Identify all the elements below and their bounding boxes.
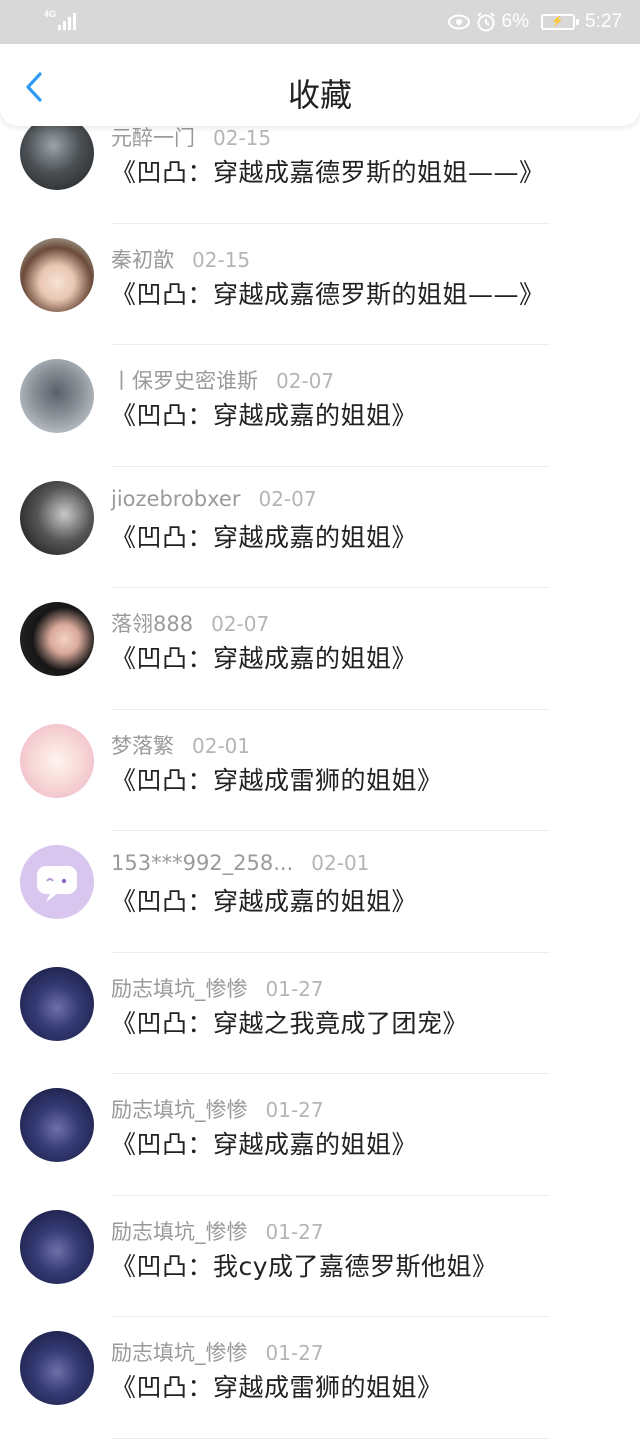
battery-charging-icon: ⚡ — [541, 14, 580, 30]
date: 02-15 — [213, 126, 272, 150]
avatar[interactable] — [20, 480, 94, 555]
date: 02-07 — [211, 612, 270, 636]
avatar[interactable] — [20, 1209, 94, 1284]
date: 02-07 — [276, 369, 335, 393]
book-title[interactable]: 《凹凸：穿越之我竟成了团宠》 — [111, 1004, 468, 1040]
username[interactable]: 励志填坑_惨惨 — [111, 1341, 248, 1365]
book-title[interactable]: 《凹凸：穿越成嘉的姐姐》 — [111, 396, 417, 432]
book-title[interactable]: 《凹凸：我cy成了嘉德罗斯他姐》 — [111, 1247, 498, 1283]
username[interactable]: 秦初歆 — [111, 248, 174, 272]
list-item[interactable]: 励志填坑_惨惨 01-27 《凹凸：穿越成嘉的姐姐》 — [0, 1074, 640, 1196]
username[interactable]: 励志填坑_惨惨 — [111, 977, 248, 1001]
book-title[interactable]: 《凹凸：穿越成雷狮的姐姐》 — [111, 761, 443, 797]
nav-bar: 收藏 — [0, 44, 640, 126]
username[interactable]: 丨保罗史密谁斯 — [111, 369, 258, 393]
date: 02-15 — [192, 247, 251, 272]
date: 02-07 — [258, 486, 317, 511]
avatar[interactable] — [20, 723, 94, 798]
date: 01-27 — [265, 976, 324, 1001]
user-line: 励志填坑_惨惨 01-27 — [111, 1337, 324, 1367]
book-title[interactable]: 《凹凸：穿越成嘉德罗斯的姐姐——》 — [111, 275, 545, 311]
date: 01-27 — [265, 1098, 324, 1122]
list-item[interactable]: 落翎888 02-07 《凹凸：穿越成嘉的姐姐》 — [0, 588, 640, 710]
list-item[interactable]: 励志填坑_惨惨 01-27 《凹凸：穿越之我竟成了团宠》 — [0, 953, 640, 1074]
username[interactable]: 励志填坑_惨惨 — [111, 1220, 248, 1244]
user-line: 153***992_258... 02-01 — [111, 851, 369, 875]
username[interactable]: jiozebrobxer — [111, 487, 240, 511]
user-line: 励志填坑_惨惨 01-27 — [111, 1094, 324, 1124]
chat-bubble-icon — [37, 866, 77, 902]
avatar[interactable] — [20, 966, 94, 1041]
book-title[interactable]: 《凹凸：穿越成雷狮的姐姐》 — [111, 1368, 443, 1404]
list-item[interactable]: 丨保罗史密谁斯 02-07 《凹凸：穿越成嘉的姐姐》 — [0, 345, 640, 467]
list-item[interactable]: jiozebrobxer 02-07 《凹凸：穿越成嘉的姐姐》 — [0, 467, 640, 588]
avatar[interactable] — [20, 237, 94, 312]
book-title[interactable]: 《凹凸：穿越成嘉的姐姐》 — [111, 1125, 417, 1161]
list-item[interactable]: 励志填坑_惨惨 01-27 《凹凸：穿越成雷狮的姐姐》 — [0, 1317, 640, 1439]
list-item[interactable]: 励志填坑_惨惨 01-27 《凹凸：我cy成了嘉德罗斯他姐》 — [0, 1196, 640, 1317]
signal-icon — [58, 13, 76, 30]
list-item[interactable]: 梦落繁 02-01 《凹凸：穿越成雷狮的姐姐》 — [0, 710, 640, 831]
username[interactable]: 元醉一门 — [111, 126, 195, 150]
user-line: jiozebrobxer 02-07 — [111, 487, 317, 511]
avatar[interactable] — [20, 1088, 94, 1162]
username[interactable]: 153***992_258... — [111, 851, 293, 875]
book-title[interactable]: 《凹凸：穿越成嘉的姐姐》 — [111, 518, 417, 554]
date: 01-27 — [265, 1219, 324, 1244]
eye-icon — [447, 14, 470, 30]
avatar[interactable] — [20, 1331, 94, 1405]
book-title[interactable]: 《凹凸：穿越成嘉德罗斯的姐姐——》 — [111, 153, 545, 189]
clock-time: 5:27 — [585, 11, 622, 32]
username[interactable]: 梦落繁 — [111, 734, 174, 758]
alarm-icon — [476, 12, 495, 32]
date: 02-01 — [311, 851, 370, 875]
user-line: 励志填坑_惨惨 01-27 — [111, 1216, 324, 1246]
user-line: 励志填坑_惨惨 01-27 — [111, 973, 324, 1003]
book-title[interactable]: 《凹凸：穿越成嘉的姐姐》 — [111, 882, 417, 918]
divider — [111, 1437, 550, 1439]
user-line: 秦初歆 02-15 — [111, 244, 250, 274]
list-item[interactable]: 秦初歆 02-15 《凹凸：穿越成嘉德罗斯的姐姐——》 — [0, 224, 640, 345]
list-item[interactable]: 153***992_258... 02-01 《凹凸：穿越成嘉的姐姐》 — [0, 831, 640, 953]
avatar[interactable] — [20, 602, 94, 676]
avatar[interactable] — [20, 845, 94, 919]
battery-percent: 6% — [501, 11, 530, 32]
date: 01-27 — [265, 1341, 324, 1365]
favorites-list: 元醉一门 02-15 《凹凸：穿越成嘉德罗斯的姐姐——》 秦初歆 02-15 《凹凸：穿越… — [0, 102, 640, 1439]
date: 02-01 — [192, 733, 251, 758]
status-bar: 4G 6% ⚡ 5:27 — [0, 0, 640, 44]
username[interactable]: 落翎888 — [111, 612, 193, 636]
username[interactable]: 励志填坑_惨惨 — [111, 1098, 248, 1122]
user-line: 元醉一门 02-15 — [111, 122, 271, 152]
book-title[interactable]: 《凹凸：穿越成嘉的姐姐》 — [111, 639, 417, 675]
user-line: 梦落繁 02-01 — [111, 730, 250, 760]
user-line: 丨保罗史密谁斯 02-07 — [111, 365, 334, 395]
page-title: 收藏 — [287, 76, 352, 114]
user-line: 落翎888 02-07 — [111, 608, 269, 638]
avatar[interactable] — [20, 116, 94, 190]
avatar[interactable] — [20, 359, 94, 433]
